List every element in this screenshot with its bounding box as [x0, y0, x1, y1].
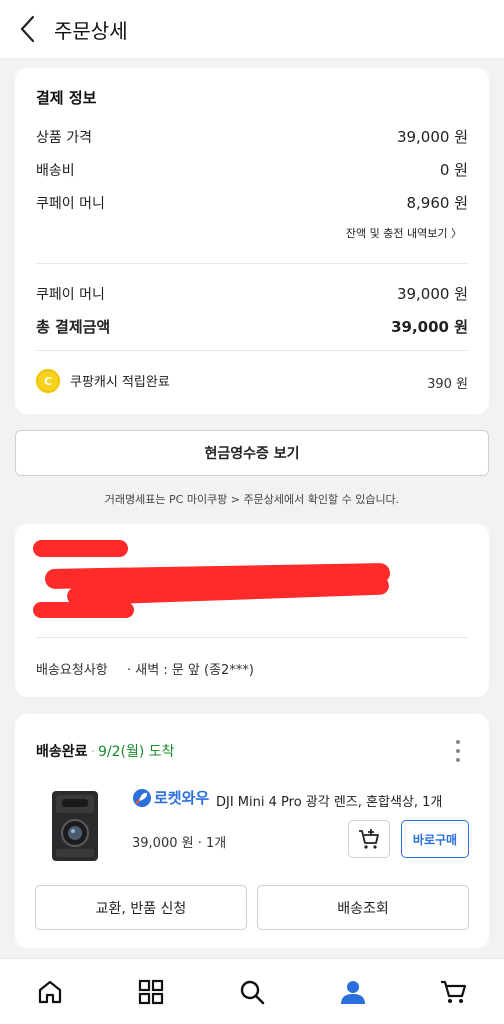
divider — [36, 350, 468, 351]
row-label: 쿠페이 머니 — [36, 195, 105, 212]
coupang-cash-icon: C — [36, 369, 60, 393]
more-options-icon[interactable] — [455, 740, 461, 762]
rocket-icon — [133, 788, 151, 807]
cash-reward-value: 390 원 — [427, 377, 468, 392]
nav-categories[interactable] — [121, 962, 181, 1022]
separator-dot: · — [90, 744, 95, 760]
statement-note: 거래명세표는 PC 마이쿠팡 > 주문상세에서 확인할 수 있습니다. — [104, 493, 400, 506]
nav-home[interactable] — [20, 962, 80, 1022]
my-coupang-person-icon — [340, 980, 365, 1004]
delivery-card: 배송완료 · 9/2(월) 도착 로켓와우 DJI Mini 4 Pro 광각 렌즈… — [15, 714, 489, 948]
nav-my-coupang[interactable] — [323, 962, 383, 1022]
cash-receipt-button[interactable]: 현금영수증 보기 — [15, 430, 489, 476]
buy-now-button[interactable]: 바로구매 — [401, 820, 469, 858]
row-value: 0 원 — [439, 161, 468, 179]
product-price: 39,000 원 · 1개 — [132, 836, 227, 851]
redaction-mark — [33, 540, 128, 557]
coupay-money-row: 쿠페이 머니 8,960 원 — [36, 192, 468, 213]
row-value: 39,000 원 — [396, 128, 468, 146]
balance-history-link[interactable]: 잔액 및 충전 내역보기 〉 — [346, 225, 462, 241]
row-label: 상품 가격 — [36, 129, 92, 146]
delivery-status: 배송완료 · 9/2(월) 도착 — [36, 741, 175, 761]
redaction-mark — [33, 602, 134, 618]
cart-plus-icon — [359, 829, 379, 849]
header-bar: 주문상세 — [0, 0, 504, 58]
product-price-row: 상품 가격 39,000 원 — [36, 126, 468, 147]
divider — [36, 637, 468, 638]
shipping-fee-row: 배송비 0 원 — [36, 159, 468, 180]
rocket-wow-label: 로켓와우 — [154, 789, 210, 807]
delivery-request-label: 배송요청사항 — [36, 663, 108, 678]
home-icon — [39, 980, 62, 1003]
nav-cart[interactable] — [424, 962, 484, 1022]
status-label: 배송완료 — [36, 744, 88, 760]
payment-section-title: 결제 정보 — [36, 89, 97, 107]
payment-info-card: 결제 정보 상품 가격 39,000 원 배송비 0 원 쿠페이 머니 8,96… — [15, 68, 489, 414]
rocket-wow-badge: 로켓와우 — [132, 787, 209, 808]
chevron-left-icon — [20, 15, 35, 43]
shipping-address-card: 배송요청사항 · 새벽 : 문 앞 (종2***) — [15, 524, 489, 697]
back-button[interactable] — [0, 0, 56, 58]
divider — [36, 263, 468, 264]
search-icon — [240, 980, 265, 1004]
track-delivery-button[interactable]: 배송조회 — [257, 885, 469, 930]
cart-icon — [440, 980, 466, 1003]
product-thumbnail[interactable] — [50, 787, 100, 865]
product-name[interactable]: DJI Mini 4 Pro 광각 렌즈, 혼합색상, 1개 — [216, 791, 442, 810]
page-title: 주문상세 — [54, 18, 128, 43]
nav-search[interactable] — [222, 962, 282, 1022]
total-amount-row: 총 결제금액 39,000 원 — [36, 316, 468, 337]
category-grid-icon — [139, 979, 164, 1004]
add-to-cart-button[interactable] — [348, 820, 390, 858]
row-label: 배송비 — [36, 162, 75, 179]
cash-reward-label: 쿠팡캐시 적립완료 — [70, 375, 170, 390]
arrival-date: 9/2(월) 도착 — [97, 744, 175, 760]
row-value: 8,960 원 — [406, 194, 468, 212]
paid-method-row: 쿠페이 머니 39,000 원 — [36, 283, 468, 304]
row-value: 39,000 원 — [396, 285, 468, 303]
delivery-request-value: · 새벽 : 문 앞 (종2***) — [127, 663, 254, 678]
total-value: 39,000 원 — [391, 318, 468, 336]
exchange-return-button[interactable]: 교환, 반품 신청 — [35, 885, 247, 930]
bottom-navigation — [0, 958, 504, 1024]
row-label: 쿠페이 머니 — [36, 286, 105, 303]
total-label: 총 결제금액 — [36, 318, 111, 336]
